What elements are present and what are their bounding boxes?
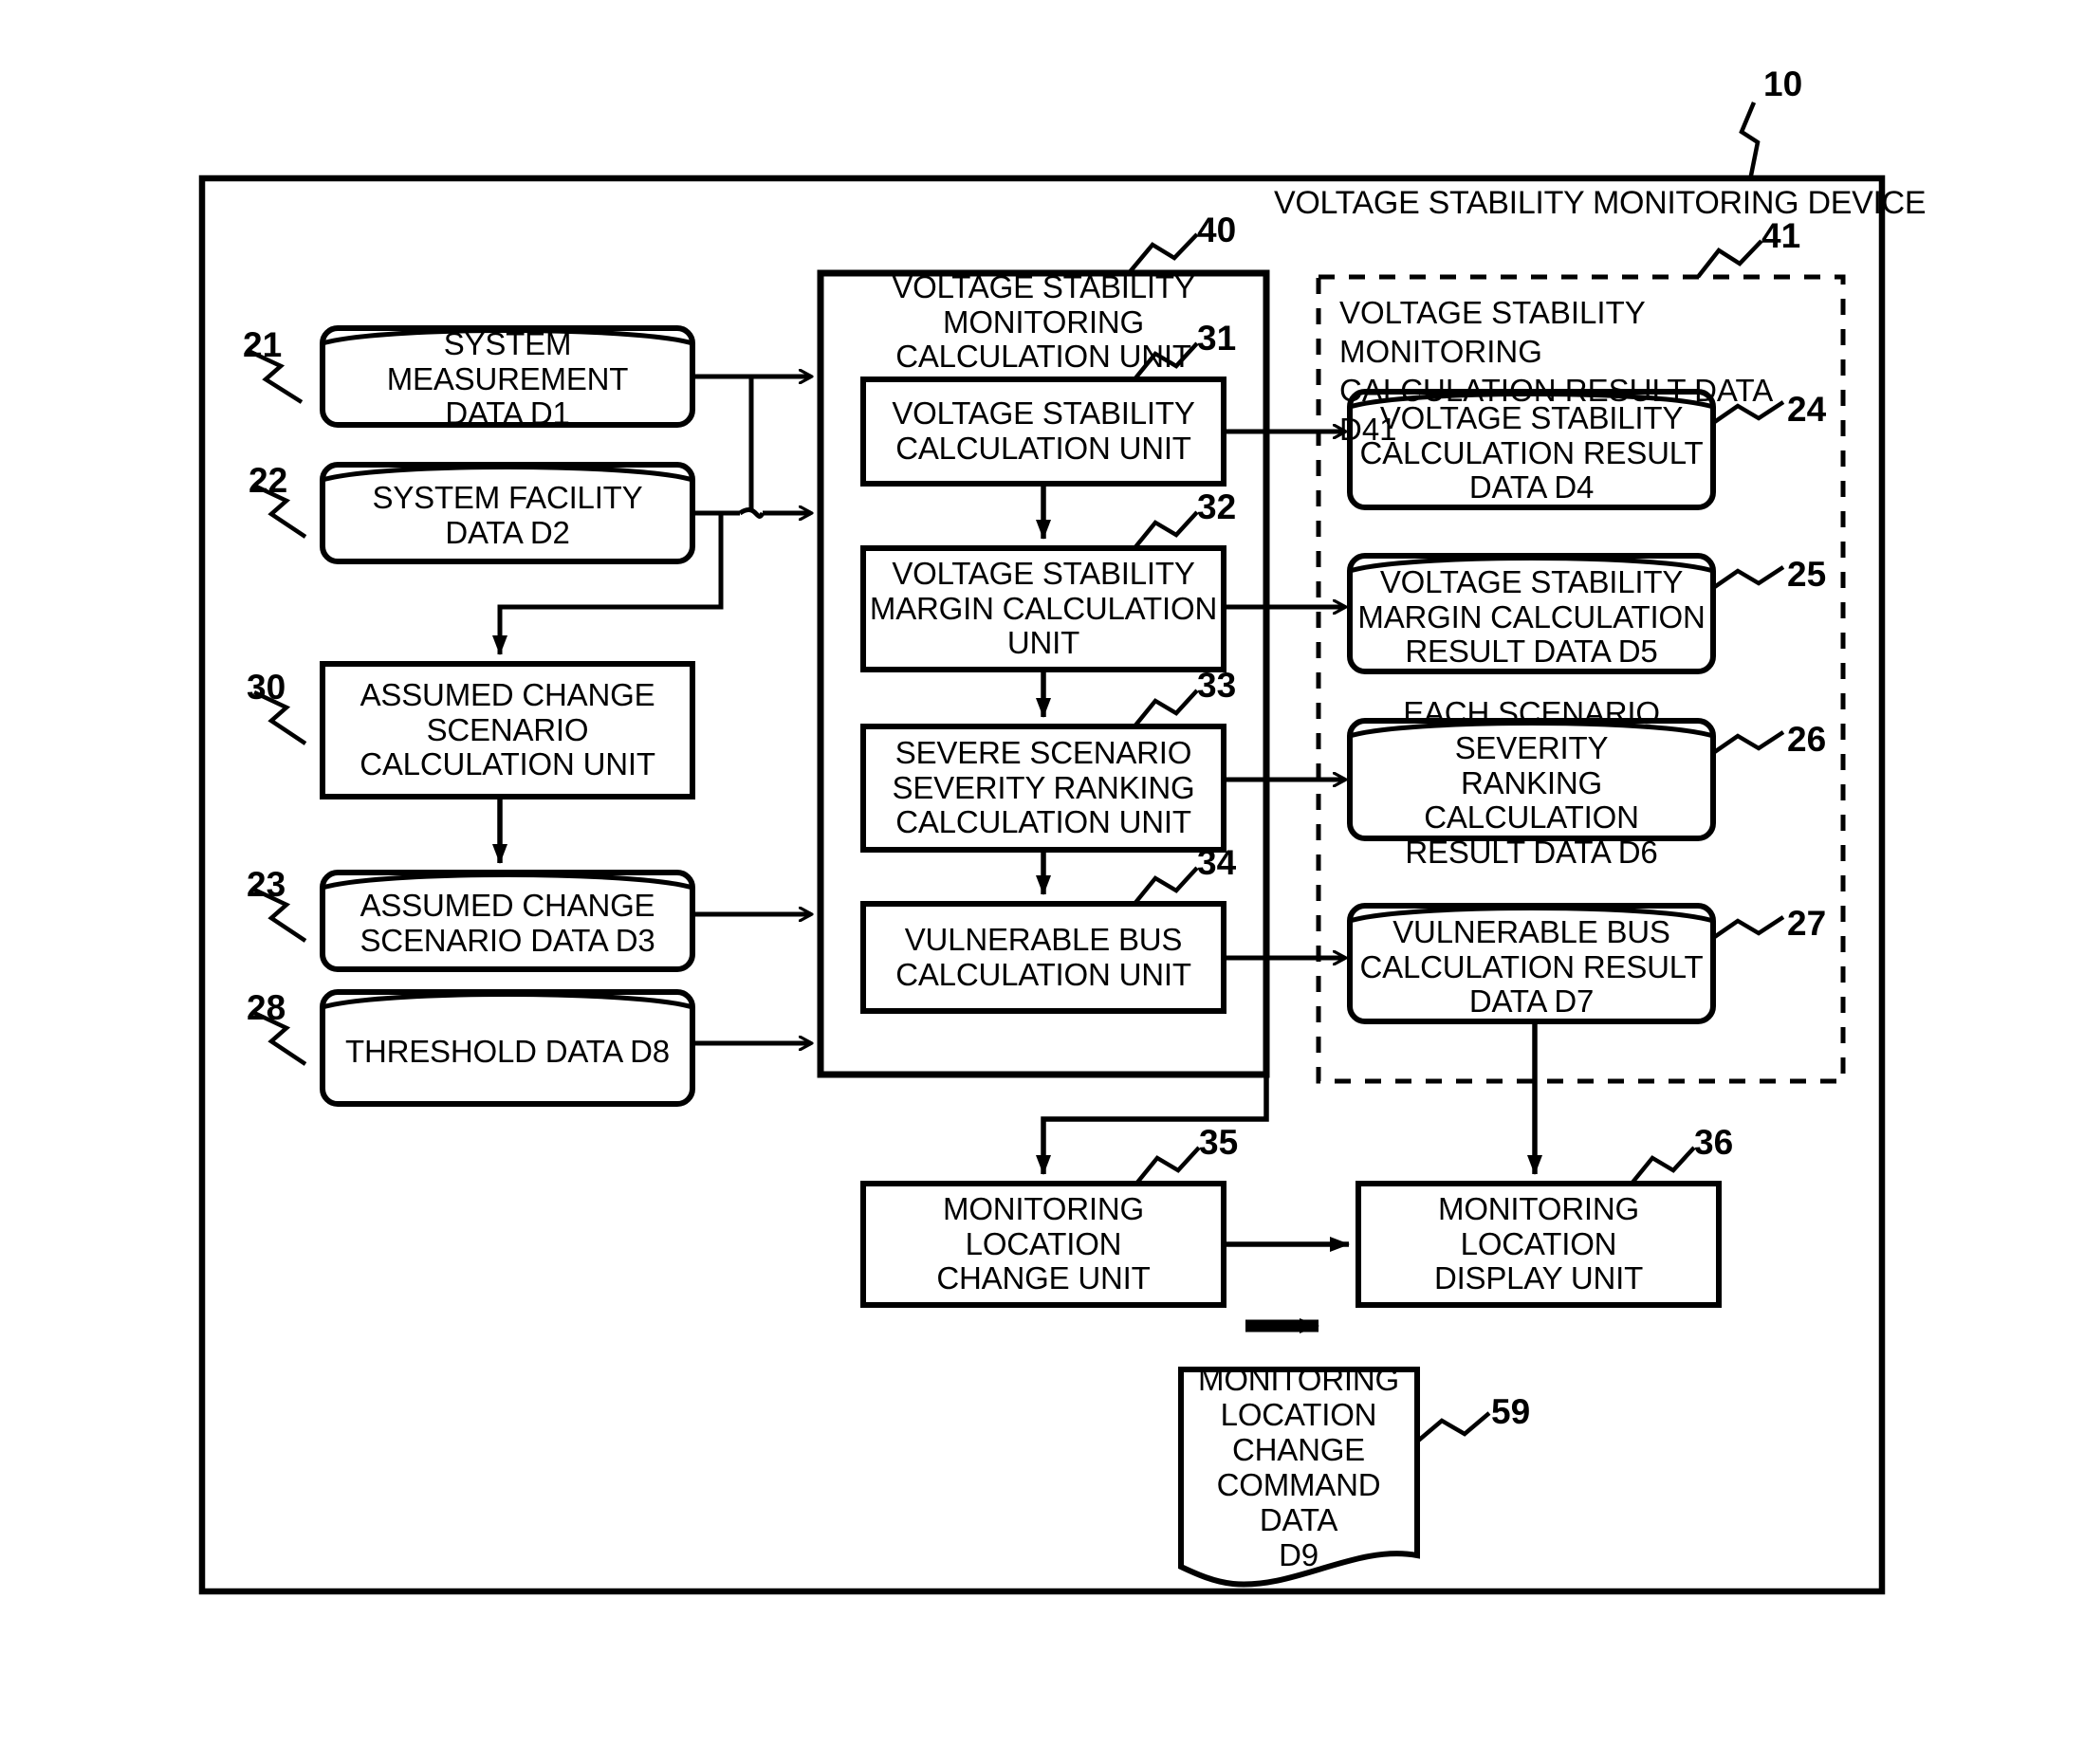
device-title: VOLTAGE STABILITY MONITORING DEVICE <box>1274 185 1927 221</box>
ref-number-36: 36 <box>1694 1123 1734 1162</box>
ref-number-22: 22 <box>249 461 288 500</box>
unit-voltage-stability-margin-calculation: VOLTAGE STABILITY MARGIN CALCULATION UNI… <box>869 555 1218 661</box>
store-threshold-data: THRESHOLD DATA D8 <box>345 1033 670 1069</box>
ref-number-33: 33 <box>1197 666 1237 705</box>
ref-number-27: 27 <box>1787 904 1827 943</box>
ref-number-25: 25 <box>1787 555 1827 594</box>
ref-number-10: 10 <box>1763 64 1803 103</box>
patent-figure-canvas: VOLTAGE STABILITY MONITORING DEVICE 10 2… <box>0 0 2084 1764</box>
ref-number-28: 28 <box>247 988 286 1027</box>
ref-number-31: 31 <box>1197 319 1237 358</box>
ref-number-23: 23 <box>247 865 286 904</box>
ref-number-41: 41 <box>1761 216 1801 255</box>
store-each-scenario-severity-ranking-result: EACH SCENARIO SEVERITY RANKING CALCULATI… <box>1403 694 1660 871</box>
ref-number-32: 32 <box>1197 487 1237 526</box>
ref-number-40: 40 <box>1197 211 1237 249</box>
ref-number-59: 59 <box>1491 1392 1531 1431</box>
ref-number-21: 21 <box>243 325 283 364</box>
unit-severe-scenario-severity-ranking-calculation: SEVERE SCENARIO SEVERITY RANKING CALCULA… <box>892 734 1195 840</box>
ref-number-26: 26 <box>1787 720 1827 759</box>
ref-number-34: 34 <box>1197 843 1237 882</box>
document-monitoring-location-change-command-data: MONITORING LOCATION CHANGE COMMAND DATA … <box>1198 1362 1399 1572</box>
store-voltage-stability-calculation-result: VOLTAGE STABILITY CALCULATION RESULT DAT… <box>1359 399 1704 505</box>
ref-number-35: 35 <box>1199 1123 1239 1162</box>
ref-number-24: 24 <box>1787 390 1827 429</box>
diagram-vector-layer <box>198 101 1886 1595</box>
store-system-measurement-data: SYSTEM MEASUREMENT DATA D1 <box>386 325 629 432</box>
store-vulnerable-bus-calculation-result: VULNERABLE BUS CALCULATION RESULT DATA D… <box>1359 913 1704 1020</box>
store-assumed-change-scenario-data: ASSUMED CHANGE SCENARIO DATA D3 <box>360 888 655 958</box>
ref-number-30: 30 <box>247 668 286 707</box>
store-system-facility-data: SYSTEM FACILITY DATA D2 <box>372 480 643 550</box>
unit-voltage-stability-calculation: VOLTAGE STABILITY CALCULATION UNIT <box>892 395 1195 466</box>
unit-monitoring-location-change: MONITORING LOCATION CHANGE UNIT <box>936 1190 1151 1296</box>
unit-assumed-change-scenario-calculation: ASSUMED CHANGE SCENARIO CALCULATION UNIT <box>360 676 655 782</box>
unit-monitoring-location-display: MONITORING LOCATION DISPLAY UNIT <box>1433 1190 1644 1296</box>
unit-vulnerable-bus-calculation: VULNERABLE BUS CALCULATION UNIT <box>895 921 1191 992</box>
store-voltage-stability-margin-calculation-result: VOLTAGE STABILITY MARGIN CALCULATION RES… <box>1357 563 1706 670</box>
